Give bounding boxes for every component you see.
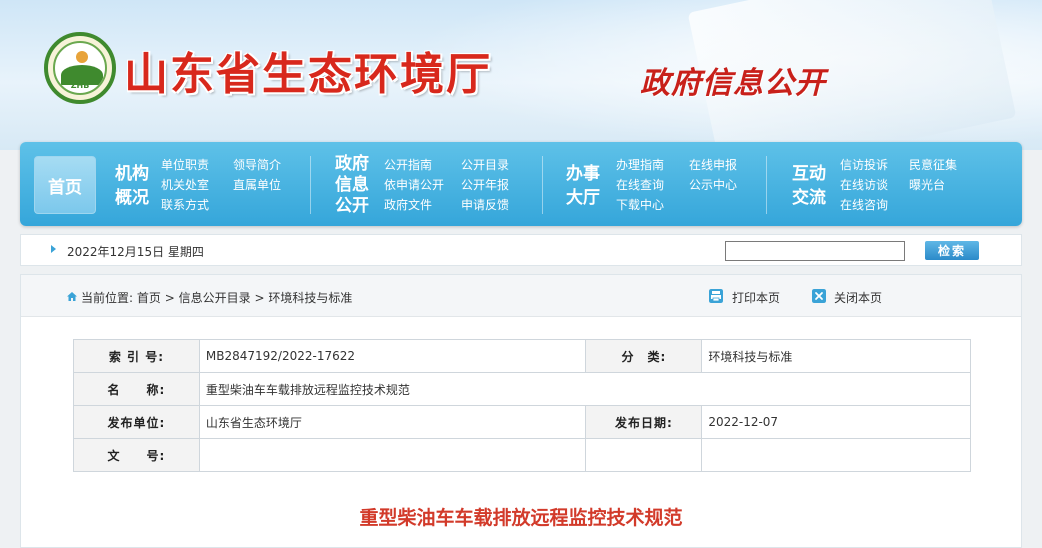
nav-separator bbox=[310, 156, 311, 214]
nav-link-opinion[interactable]: 民意征集 bbox=[909, 157, 957, 173]
breadcrumb: 当前位置: 首页 > 信息公开目录 > 环境科技与标准 bbox=[81, 289, 352, 306]
table-row: 名 称: 重型柴油车车载排放远程监控技术规范 bbox=[73, 372, 972, 406]
logo-emblem-icon: ZHB bbox=[53, 41, 107, 95]
nav-separator bbox=[766, 156, 767, 214]
nav-link-download[interactable]: 下载中心 bbox=[616, 197, 664, 213]
meta-category-label: 分 类: bbox=[585, 339, 703, 373]
nav-group-info-title-line2: 信息 bbox=[335, 175, 369, 195]
logo-text: ZHB bbox=[70, 81, 90, 90]
close-icon[interactable] bbox=[812, 289, 826, 303]
section-title: 政府信息公开 bbox=[640, 66, 826, 101]
search-input[interactable] bbox=[725, 241, 905, 261]
meta-name-value: 重型柴油车车载排放远程监控技术规范 bbox=[198, 372, 972, 406]
nav-group-interact-title[interactable]: 互动 交流 bbox=[787, 162, 831, 210]
breadcrumb-separator: > bbox=[164, 291, 175, 305]
nav-group-info-title[interactable]: 政府 信息 公开 bbox=[330, 154, 374, 217]
meta-docno-value bbox=[198, 438, 587, 472]
meta-publisher-label: 发布单位: bbox=[73, 405, 200, 439]
nav-link-exposure[interactable]: 曝光台 bbox=[909, 177, 945, 193]
breadcrumb-item-home[interactable]: 首页 bbox=[137, 291, 161, 305]
breadcrumb-label: 当前位置: bbox=[81, 291, 134, 305]
meta-date-label: 发布日期: bbox=[585, 405, 703, 439]
meta-name-label: 名 称: bbox=[73, 372, 200, 406]
home-icon bbox=[67, 292, 77, 301]
nav-link-consult[interactable]: 在线咨询 bbox=[840, 197, 888, 213]
nav-group-org-title-line1: 机构 bbox=[115, 164, 149, 184]
nav-group-interact-title-line2: 交流 bbox=[792, 188, 826, 208]
nav-link-guide[interactable]: 公开指南 bbox=[384, 157, 432, 173]
table-row: 索 引 号: MB2847192/2022-17622 分 类: 环境科技与标准 bbox=[73, 339, 971, 373]
print-page-link[interactable]: 打印本页 bbox=[732, 289, 780, 306]
nav-link-affiliates[interactable]: 直属单位 bbox=[233, 177, 281, 193]
nav-link-gov-docs[interactable]: 政府文件 bbox=[384, 197, 432, 213]
nav-link-catalog[interactable]: 公开目录 bbox=[461, 157, 509, 173]
nav-group-interact-title-line1: 互动 bbox=[792, 164, 826, 184]
nav-group-org-title[interactable]: 机构 概况 bbox=[110, 162, 154, 210]
main-nav: 首页 机构 概况 单位职责 领导简介 机关处室 直属单位 联系方式 政府 信息 … bbox=[20, 142, 1022, 226]
breadcrumb-bar: 当前位置: 首页 > 信息公开目录 > 环境科技与标准 打印本页 关闭本页 bbox=[21, 275, 1021, 317]
meta-index-value: MB2847192/2022-17622 bbox=[198, 339, 587, 373]
nav-link-interview[interactable]: 在线访谈 bbox=[840, 177, 888, 193]
content-panel: 当前位置: 首页 > 信息公开目录 > 环境科技与标准 打印本页 关闭本页 索 … bbox=[20, 274, 1022, 548]
nav-group-service-title-line1: 办事 bbox=[566, 164, 600, 184]
nav-link-service-guide[interactable]: 办理指南 bbox=[616, 157, 664, 173]
meta-publisher-value: 山东省生态环境厅 bbox=[198, 405, 587, 439]
nav-link-online-apply[interactable]: 在线申报 bbox=[689, 157, 737, 173]
nav-link-leaders[interactable]: 领导简介 bbox=[233, 157, 281, 173]
breadcrumb-item-category[interactable]: 环境科技与标准 bbox=[268, 291, 352, 305]
date-arrow-icon bbox=[51, 245, 56, 253]
document-meta-table: 索 引 号: MB2847192/2022-17622 分 类: 环境科技与标准… bbox=[73, 339, 972, 472]
table-row: 文 号: bbox=[73, 438, 971, 472]
header-banner: ZHB 山东省生态环境厅 政府信息公开 bbox=[0, 0, 1042, 150]
nav-link-online-query[interactable]: 在线查询 bbox=[616, 177, 664, 193]
print-icon[interactable] bbox=[709, 289, 723, 303]
search-button[interactable]: 检索 bbox=[925, 241, 979, 260]
breadcrumb-item-catalog[interactable]: 信息公开目录 bbox=[179, 291, 251, 305]
meta-date-value: 2022-12-07 bbox=[701, 405, 971, 439]
site-logo[interactable]: ZHB bbox=[44, 32, 116, 104]
nav-separator bbox=[542, 156, 543, 214]
table-row: 发布单位: 山东省生态环境厅 发布日期: 2022-12-07 bbox=[73, 405, 971, 439]
logo-sun-icon bbox=[76, 51, 88, 63]
nav-home-button[interactable]: 首页 bbox=[34, 156, 96, 214]
nav-link-annual-report[interactable]: 公开年报 bbox=[461, 177, 509, 193]
breadcrumb-separator: > bbox=[254, 291, 265, 305]
nav-link-feedback[interactable]: 申请反馈 bbox=[461, 197, 509, 213]
nav-group-org-title-line2: 概况 bbox=[115, 188, 149, 208]
nav-link-public-notice[interactable]: 公示中心 bbox=[689, 177, 737, 193]
meta-empty-cell bbox=[701, 438, 971, 472]
nav-group-service-title-line2: 大厅 bbox=[566, 188, 600, 208]
nav-group-service-title[interactable]: 办事 大厅 bbox=[561, 162, 605, 210]
meta-index-label: 索 引 号: bbox=[73, 339, 200, 373]
nav-link-complaint[interactable]: 信访投诉 bbox=[840, 157, 888, 173]
meta-empty-cell bbox=[585, 438, 703, 472]
nav-group-info-title-line1: 政府 bbox=[335, 154, 369, 174]
close-page-link[interactable]: 关闭本页 bbox=[834, 289, 882, 306]
nav-link-duties[interactable]: 单位职责 bbox=[161, 157, 209, 173]
site-title: 山东省生态环境厅 bbox=[124, 49, 492, 100]
nav-link-offices[interactable]: 机关处室 bbox=[161, 177, 209, 193]
current-date: 2022年12月15日 星期四 bbox=[67, 245, 204, 259]
nav-link-contact[interactable]: 联系方式 bbox=[161, 197, 209, 213]
meta-category-value: 环境科技与标准 bbox=[701, 339, 971, 373]
nav-link-apply[interactable]: 依申请公开 bbox=[384, 177, 444, 193]
document-title: 重型柴油车车载排放远程监控技术规范 bbox=[359, 507, 683, 529]
nav-group-info-title-line3: 公开 bbox=[335, 196, 369, 216]
date-search-bar: 2022年12月15日 星期四 检索 bbox=[20, 234, 1022, 266]
meta-docno-label: 文 号: bbox=[73, 438, 200, 472]
